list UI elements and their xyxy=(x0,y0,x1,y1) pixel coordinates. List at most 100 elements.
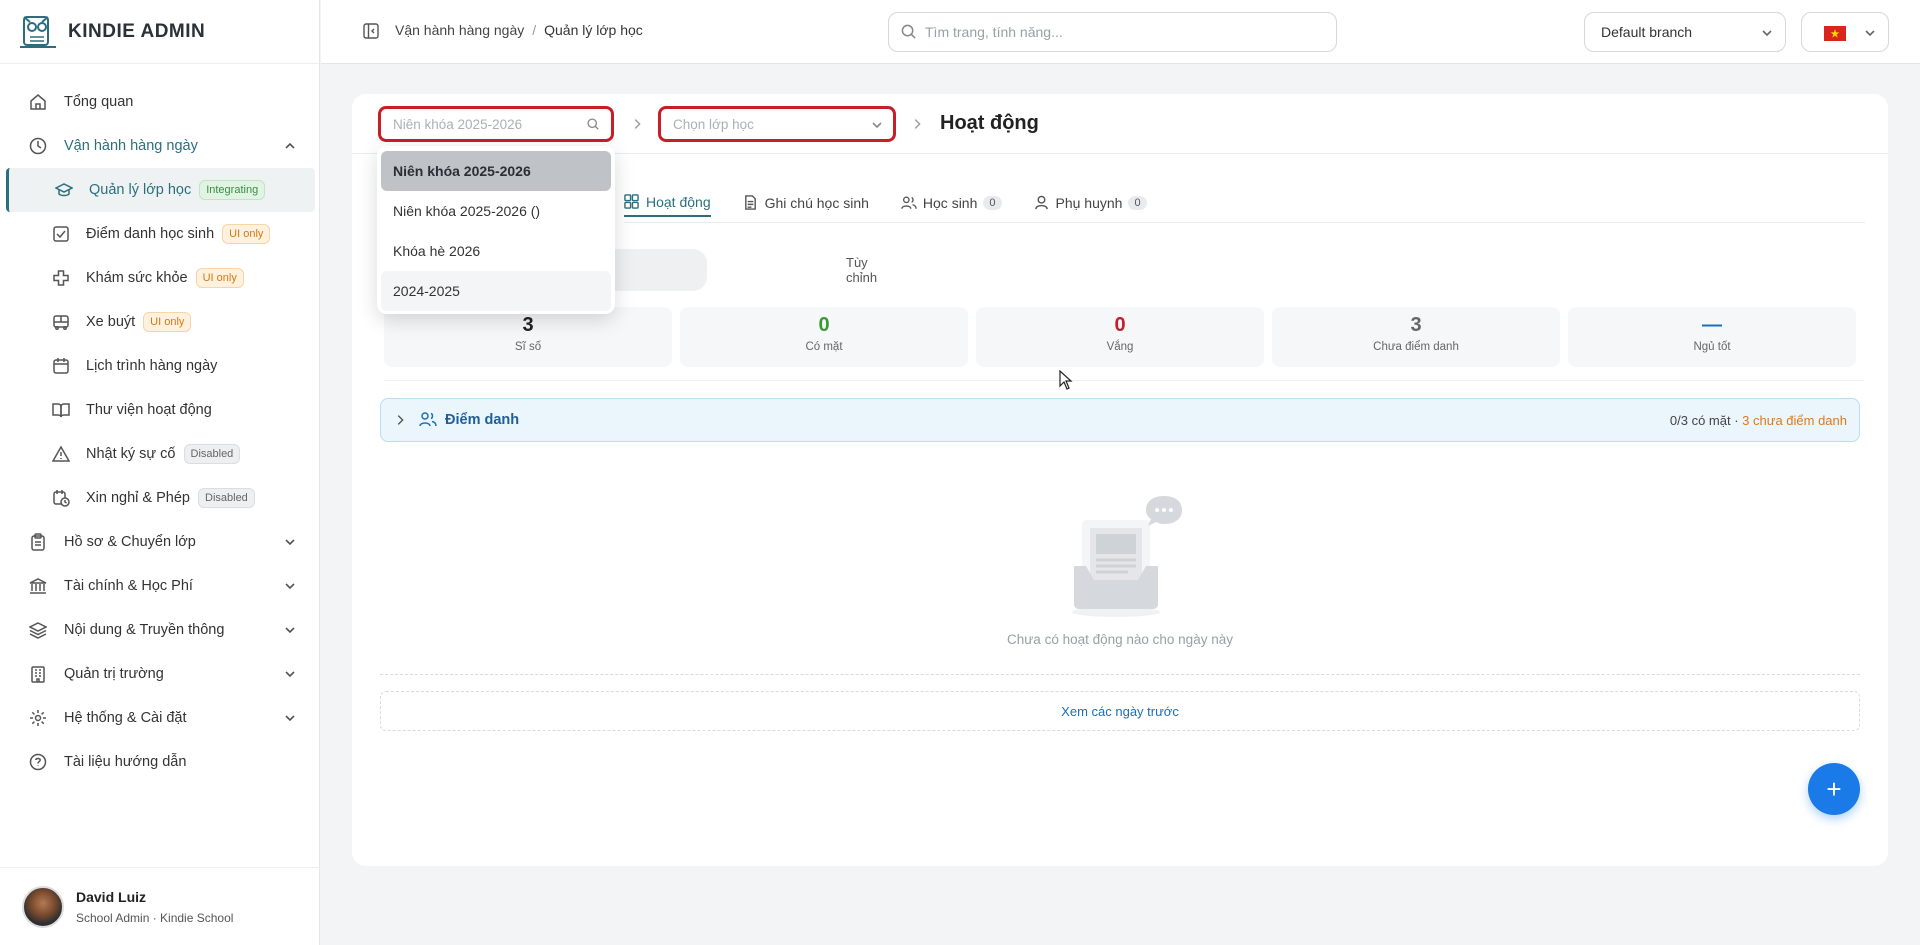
sidebar-item-he-thong[interactable]: Hệ thống & Cài đặt xyxy=(0,696,320,740)
stat-value: 0 xyxy=(818,314,830,336)
sidebar: KINDIE ADMIN Tổng quan Vận hành hàng ngà… xyxy=(0,0,320,945)
sidebar-subitem-kham-suc-khoe[interactable]: Khám sức khỏe UI only xyxy=(0,256,320,300)
dropdown-option[interactable]: 2024-2025 xyxy=(381,271,611,311)
sidebar-item-label: Nhật ký sự cố xyxy=(86,446,176,462)
search-icon xyxy=(901,24,917,40)
sidebar-subitem-xe-buyt[interactable]: Xe buýt UI only xyxy=(0,300,320,344)
users-icon xyxy=(419,411,437,429)
user-role: School Admin · Kindie School xyxy=(76,910,234,925)
brand[interactable]: KINDIE ADMIN xyxy=(0,0,319,64)
sidebar-item-quan-tri[interactable]: Quản trị trường xyxy=(0,652,320,696)
sidebar-item-label: Khám sức khỏe xyxy=(86,270,188,286)
attendance-accordion[interactable]: Điểm danh 0/3 có mặt · 3 chưa điểm danh xyxy=(380,398,1860,442)
tab-count-badge: 0 xyxy=(983,196,1002,210)
stat-label: Chưa điểm danh xyxy=(1373,341,1459,353)
empty-state-text: Chưa có hoạt động nào cho ngày này xyxy=(1007,632,1233,647)
dropdown-option[interactable]: Khóa hè 2026 xyxy=(381,231,611,271)
sidebar-item-label: Tài chính & Học Phí xyxy=(64,578,193,594)
branch-select[interactable]: Default branch xyxy=(1584,12,1786,52)
document-icon xyxy=(743,195,759,211)
chevron-down-icon xyxy=(282,666,298,682)
class-placeholder: Chọn lớp học xyxy=(673,116,754,132)
chevron-down-icon xyxy=(1759,25,1775,41)
status-badge: Disabled xyxy=(183,444,241,464)
tab-divider xyxy=(624,222,1865,223)
sidebar-item-noi-dung[interactable]: Nội dung & Truyền thông xyxy=(0,608,320,652)
class-select[interactable]: Chọn lớp học xyxy=(658,106,896,142)
chevron-down-icon xyxy=(282,534,298,550)
graduation-cap-icon xyxy=(55,181,73,199)
chevron-right-icon xyxy=(910,117,924,131)
sidebar-item-label: Xin nghỉ & Phép xyxy=(86,490,190,506)
sidebar-item-van-hanh[interactable]: Vận hành hàng ngày xyxy=(0,124,320,168)
sidebar-item-tong-quan[interactable]: Tổng quan xyxy=(0,80,320,124)
dropdown-option[interactable]: Niên khóa 2025-2026 xyxy=(381,151,611,191)
chevron-right-icon xyxy=(630,117,644,131)
plus-icon: + xyxy=(1826,773,1842,804)
stat-value: — xyxy=(1702,314,1722,336)
sidebar-item-tai-chinh[interactable]: Tài chính & Học Phí xyxy=(0,564,320,608)
user-profile[interactable]: David Luiz School Admin · Kindie School xyxy=(0,867,320,945)
page-title: Hoạt động xyxy=(940,112,1039,134)
gear-icon xyxy=(28,708,48,728)
user-name: David Luiz xyxy=(76,888,147,905)
book-open-icon xyxy=(52,401,70,419)
sidebar-item-label: Thư viện hoạt động xyxy=(86,402,212,418)
dropdown-option[interactable]: Niên khóa 2025-2026 () xyxy=(381,191,611,231)
empty-inbox-illustration xyxy=(1068,494,1188,625)
stat-card: 3 Chưa điểm danh xyxy=(1272,307,1560,367)
view-previous-days-label: Xem các ngày trước xyxy=(1061,703,1179,719)
sidebar-subitem-nhat-ky[interactable]: Nhật ký sự cố Disabled xyxy=(0,432,320,476)
layers-icon xyxy=(28,620,48,640)
sidebar-item-label: Vận hành hàng ngày xyxy=(64,138,198,154)
tab-hoat-dong[interactable]: Hoạt động xyxy=(624,189,711,217)
tab-ghi-chu[interactable]: Ghi chú học sinh xyxy=(743,189,869,217)
sidebar-item-ho-so[interactable]: Hồ sơ & Chuyển lớp xyxy=(0,520,320,564)
users-icon xyxy=(901,195,917,211)
stat-value: 3 xyxy=(1410,314,1422,336)
tab-bar: Hoạt động Ghi chú học sinh Học sinh 0 Ph… xyxy=(624,189,1179,217)
topbar: Vận hành hàng ngày / Quản lý lớp học Tìm… xyxy=(321,0,1920,64)
attendance-pending: 3 chưa điểm danh xyxy=(1742,412,1847,428)
sidebar-item-label: Quản trị trường xyxy=(64,666,164,682)
grid-icon xyxy=(624,194,640,210)
sidebar-subitem-quan-ly-lop-hoc[interactable]: Quản lý lớp học Integrating xyxy=(6,168,315,212)
stat-card: 0 Có mặt xyxy=(680,307,968,367)
stat-value: 0 xyxy=(1114,314,1126,336)
sidebar-item-label: Hồ sơ & Chuyển lớp xyxy=(64,534,196,550)
chevron-down-icon xyxy=(282,622,298,638)
sidebar-item-label: Nội dung & Truyền thông xyxy=(64,622,225,638)
view-previous-days-button[interactable]: Xem các ngày trước xyxy=(380,691,1860,731)
chevron-right-icon xyxy=(393,413,407,427)
status-badge: Integrating xyxy=(199,180,266,200)
bus-icon xyxy=(52,313,70,331)
search-icon xyxy=(587,118,603,134)
chevron-down-icon xyxy=(282,710,298,726)
owl-logo-icon xyxy=(20,15,56,48)
status-badge: UI only xyxy=(195,268,244,288)
branch-value: Default branch xyxy=(1601,24,1693,40)
sidebar-toggle-icon[interactable] xyxy=(363,23,381,41)
breadcrumb: Vận hành hàng ngày / Quản lý lớp học xyxy=(395,22,643,38)
search-input[interactable]: Tìm trang, tính năng... xyxy=(888,12,1337,52)
help-circle-icon xyxy=(28,752,48,772)
sidebar-subitem-thu-vien[interactable]: Thư viện hoạt động xyxy=(0,388,320,432)
vietnam-flag-icon xyxy=(1824,26,1846,41)
tab-phu-huynh[interactable]: Phụ huynh 0 xyxy=(1034,189,1147,217)
school-year-placeholder: Niên khóa 2025-2026 xyxy=(393,116,523,132)
tab-hoc-sinh[interactable]: Học sinh 0 xyxy=(901,189,1002,217)
school-year-select[interactable]: Niên khóa 2025-2026 xyxy=(378,106,614,142)
add-activity-button[interactable]: + xyxy=(1808,763,1860,815)
sidebar-item-tai-lieu[interactable]: Tài liệu hướng dẫn xyxy=(0,740,320,784)
sidebar-item-label: Điểm danh học sinh xyxy=(86,226,215,242)
sidebar-subitem-lich-trinh[interactable]: Lịch trình hàng ngày xyxy=(0,344,320,388)
stat-value: 3 xyxy=(522,314,534,336)
attendance-present: 0/3 có mặt xyxy=(1669,412,1731,428)
sidebar-subitem-diem-danh[interactable]: Điểm danh học sinh UI only xyxy=(0,212,320,256)
user-icon xyxy=(1034,195,1050,211)
breadcrumb-item[interactable]: Vận hành hàng ngày xyxy=(395,22,524,38)
language-select[interactable] xyxy=(1801,12,1889,52)
home-icon xyxy=(28,92,48,112)
custom-label: Tùy chỉnh xyxy=(846,255,878,285)
sidebar-subitem-xin-nghi[interactable]: Xin nghỉ & Phép Disabled xyxy=(0,476,320,520)
